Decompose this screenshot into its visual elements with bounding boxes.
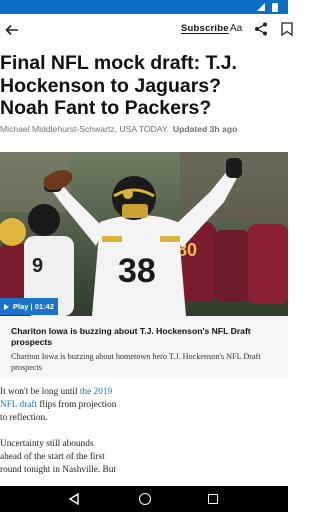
play-icon [4,303,9,310]
nav-back-icon[interactable] [68,493,80,505]
headline-line: Noah Fant to Packers? [0,97,212,119]
football-photo: 80 9 38 [0,152,288,316]
updated-timestamp: Updated 3h ago [172,124,238,134]
wifi-icon [257,3,265,11]
subscribe-link[interactable]: Subscribe [181,23,229,34]
video-caption: Chariton Iowa is buzzing about T.J. Hock… [0,316,288,378]
author-name[interactable]: Michael Middlehurst-Schwartz, USA TODAY [0,124,167,134]
battery-icon [272,3,278,12]
draft-link[interactable]: NFL draft [0,400,37,410]
bookmark-icon[interactable] [281,22,293,36]
draft-link[interactable]: the 2019 [80,387,112,397]
article-paragraph: It won't be long until the 2019 NFL draf… [0,386,288,425]
paragraph-text: ahead of the start of the first [0,452,105,462]
video-play-button[interactable]: Play | 01:42 [0,298,58,315]
paragraph-text: flips from projection [37,400,117,410]
paragraph-text: Uncertainty still abounds [0,439,94,449]
paragraph-text: to reflection. [0,413,48,423]
byline: Michael Middlehurst-Schwartz, USA TODAY … [0,123,288,135]
caption-text: Chariton Iowa is buzzing about hometown … [11,352,261,372]
font-size-button[interactable]: Aa [230,23,242,34]
headline-line: Final NFL mock draft: T.J. [0,52,237,74]
status-bar [0,0,288,14]
jersey-number: 38 [118,252,156,290]
nav-home-icon[interactable] [139,493,151,505]
article-headline: Final NFL mock draft: T.J. Hockenson to … [0,52,288,120]
caption-title: Chariton Iowa is buzzing about T.J. Hock… [11,326,251,347]
arrow-left-icon [5,24,18,36]
nav-recents-icon[interactable] [208,494,218,504]
back-button[interactable] [0,18,24,42]
paragraph-text: It won't be long until [0,387,80,397]
article-paragraph: Uncertainty still abounds ahead of the s… [0,438,288,477]
headline-line: Hockenson to Jaguars? [0,74,222,97]
top-toolbar: Subscribe Aa [0,14,293,46]
svg-text:9: 9 [32,255,43,277]
article-body: It won't be long until the 2019 NFL draf… [0,386,288,490]
hero-video-thumbnail[interactable]: 80 9 38 [0,152,288,316]
share-icon[interactable] [254,22,268,36]
system-nav-bar [0,486,288,512]
paragraph-text: round tonight in Nashville. But [0,465,116,475]
video-duration: Play | 01:42 [13,302,54,311]
